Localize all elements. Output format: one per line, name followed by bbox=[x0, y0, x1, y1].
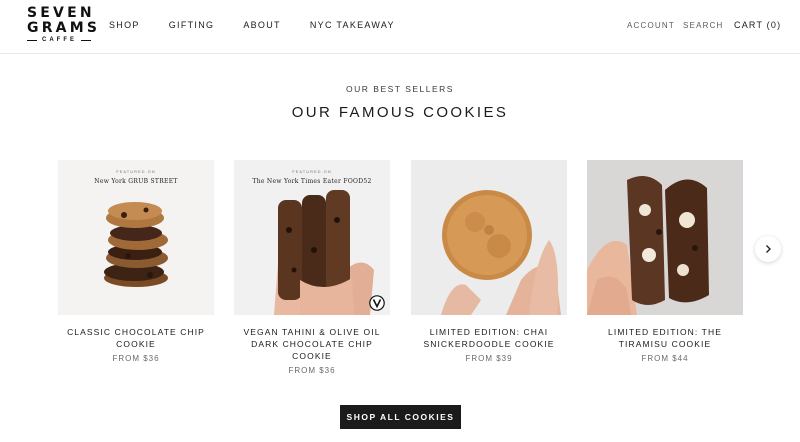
product-image[interactable] bbox=[411, 160, 567, 315]
product-card[interactable]: LIMITED EDITION: THE TIRAMISU COOKIE FRO… bbox=[587, 160, 743, 363]
product-price: FROM $44 bbox=[641, 354, 689, 363]
logo-line-1: SEVEN bbox=[27, 5, 95, 21]
product-image[interactable]: FEATURED ON The New York Times Eater FOO… bbox=[234, 160, 390, 315]
section-eyebrow: OUR BEST SELLERS bbox=[346, 84, 454, 94]
carousel-next-button[interactable] bbox=[755, 236, 781, 262]
vegan-badge-icon bbox=[369, 295, 385, 311]
product-name[interactable]: VEGAN TAHINI & OLIVE OIL DARK CHOCOLATE … bbox=[234, 326, 390, 362]
logo-line-3: CAFFE bbox=[27, 37, 91, 43]
product-image[interactable]: FEATURED ON New York GRUB STREET bbox=[58, 160, 214, 315]
product-price: FROM $39 bbox=[465, 354, 513, 363]
product-name[interactable]: CLASSIC CHOCOLATE CHIP COOKIE bbox=[58, 326, 214, 350]
nav-nyc-takeaway[interactable]: NYC TAKEAWAY bbox=[310, 20, 395, 30]
logo-line-2: GRAMS bbox=[27, 20, 101, 36]
product-name[interactable]: LIMITED EDITION: THE TIRAMISU COOKIE bbox=[587, 326, 743, 350]
product-card[interactable]: FEATURED ON The New York Times Eater FOO… bbox=[234, 160, 390, 375]
cookie-stack-illustration bbox=[104, 202, 168, 287]
chevron-right-icon bbox=[766, 245, 771, 253]
search-link[interactable]: SEARCH bbox=[683, 21, 724, 30]
product-image[interactable] bbox=[587, 160, 743, 315]
nav-gifting[interactable]: GIFTING bbox=[169, 20, 215, 30]
product-card[interactable]: LIMITED EDITION: CHAI SNICKERDOODLE COOK… bbox=[411, 160, 567, 363]
product-card[interactable]: FEATURED ON New York GRUB STREET CLASSIC… bbox=[58, 160, 214, 363]
product-price: FROM $36 bbox=[288, 366, 336, 375]
snickerdoodle-illustration bbox=[441, 190, 561, 315]
cart-link[interactable]: CART (0) bbox=[734, 20, 781, 30]
site-header: SEVEN GRAMS CAFFE SHOP GIFTING ABOUT NYC… bbox=[0, 0, 800, 54]
nav-shop[interactable]: SHOP bbox=[109, 20, 140, 30]
account-link[interactable]: ACCOUNT bbox=[627, 21, 675, 30]
main-nav: SHOP GIFTING ABOUT NYC TAKEAWAY bbox=[109, 20, 424, 30]
brand-logo[interactable]: SEVEN GRAMS CAFFE bbox=[27, 5, 101, 46]
nav-about[interactable]: ABOUT bbox=[243, 20, 281, 30]
tiramisu-cookie-illustration bbox=[587, 176, 709, 315]
section-title: OUR FAMOUS COOKIES bbox=[291, 104, 509, 121]
product-price: FROM $36 bbox=[112, 354, 160, 363]
product-name[interactable]: LIMITED EDITION: CHAI SNICKERDOODLE COOK… bbox=[411, 326, 567, 350]
shop-all-cookies-button[interactable]: SHOP ALL COOKIES bbox=[340, 405, 461, 429]
hand-holding-cookies-illustration bbox=[274, 190, 374, 315]
